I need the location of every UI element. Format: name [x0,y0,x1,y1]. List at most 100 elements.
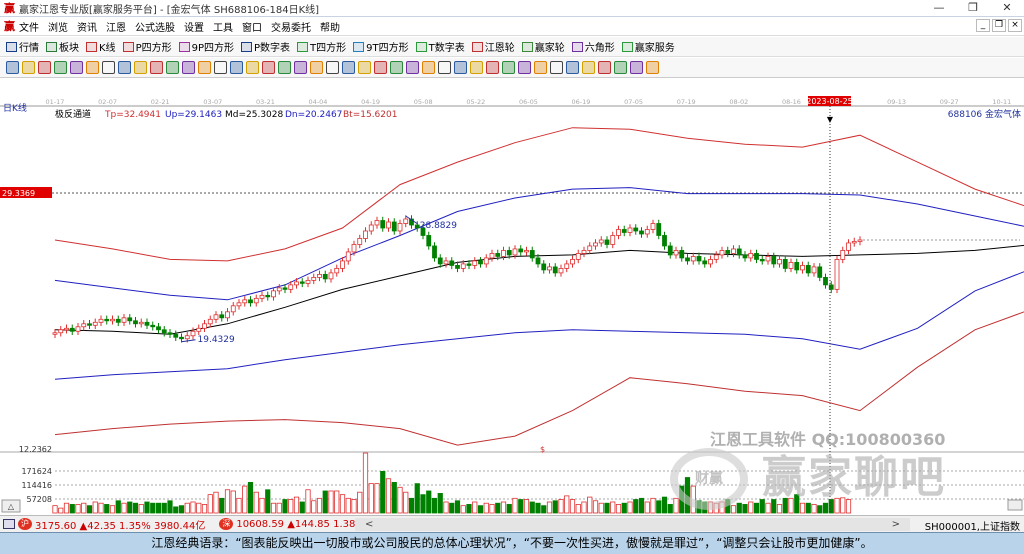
menu-7[interactable]: 窗口 [242,19,262,34]
toolbar-button-3[interactable]: P四方形 [122,39,172,54]
volume-bar [98,502,104,514]
menu-2[interactable]: 资讯 [77,19,97,34]
diamond-1-icon[interactable] [230,61,243,74]
close-button[interactable]: ✕ [990,0,1024,16]
pen-icon[interactable] [598,61,611,74]
maximize-button[interactable]: ❐ [956,0,990,16]
diamond-7-icon[interactable] [326,61,339,74]
text-icon[interactable] [406,61,419,74]
pane-resize-button[interactable] [1007,499,1023,511]
candle-body [443,260,449,265]
volume-bar [725,499,731,514]
diamond-5-icon[interactable] [294,61,307,74]
shanghai-index-quote[interactable]: 3175.60 ▲42.35 1.35% 3980.44亿 [35,517,205,532]
toolbar-button-6[interactable]: T四方形 [297,39,346,54]
volume-tick-label: 171624 [21,467,52,476]
volume-bar [472,501,478,514]
save-icon[interactable] [470,61,483,74]
infinity-icon[interactable] [646,61,659,74]
candle-body [667,245,673,256]
toolbar-button-4[interactable]: 9P四方形 [178,39,234,54]
menu-0[interactable]: 文件 [19,19,39,34]
indicator-icon[interactable] [150,61,163,74]
toolbar-button-9[interactable]: 江恩轮 [471,39,515,54]
draw-line-icon[interactable] [134,61,147,74]
next-bar-icon[interactable] [198,61,211,74]
pan-left-icon[interactable] [70,61,83,74]
mdi-restore-button[interactable]: ❐ [992,19,1006,32]
color-icon[interactable] [630,61,643,74]
minimize-button[interactable]: — [922,0,956,16]
grid-icon[interactable] [3,519,15,529]
menu-9[interactable]: 帮助 [320,19,340,34]
scroll-right-button[interactable]: > [892,518,900,531]
horizontal-scrollbar[interactable]: < > [355,518,910,531]
fan-icon[interactable] [390,61,403,74]
report-icon[interactable] [454,61,467,74]
candle-body [294,281,299,286]
scroll-left-button[interactable]: < [365,518,373,531]
candle-body [604,239,610,245]
index-selector[interactable]: SH000001,上证指数 [925,518,1020,533]
volume-bar [155,502,162,514]
volume-bar [788,497,794,514]
prev-bar-icon[interactable] [182,61,195,74]
candle-body [708,259,713,265]
menu-4[interactable]: 公式选股 [135,19,175,34]
last-bar-icon[interactable] [214,61,227,74]
diamond-6-icon[interactable] [310,61,323,74]
kline-chart[interactable]: 01-17 02-07 02-21 03-07 03-21 04-04 04-19 05-08… [0,95,1024,515]
fibonacci-icon[interactable] [518,61,531,74]
volume-bar [207,494,213,514]
toolbar-button-1[interactable]: 板块 [46,39,79,54]
mdi-close-button[interactable]: × [1008,19,1022,32]
first-bar-icon[interactable] [166,61,179,74]
circle-tool-icon[interactable] [566,61,579,74]
toolbar-button-10[interactable]: 赢家轮 [521,39,565,54]
diamond-4-icon[interactable] [278,61,291,74]
crosshair-icon[interactable] [358,61,371,74]
toolbar-button-12[interactable]: 赢家服务 [621,39,675,54]
menu-8[interactable]: 交易委托 [271,19,311,34]
candle-body [230,305,236,313]
line-tool-icon[interactable] [550,61,563,74]
mdi-minimize-button[interactable]: _ [976,19,990,32]
trade-icon[interactable] [502,61,515,74]
cursor-icon[interactable] [6,61,19,74]
date-tick-label: 06-19 [572,98,591,106]
toolbar-button-8[interactable]: T数字表 [415,39,465,54]
diamond-3-icon[interactable] [262,61,275,74]
arc-tool-icon[interactable] [582,61,595,74]
candle-body [719,250,725,256]
arrow-up-icon[interactable] [102,61,115,74]
zoom-in-icon[interactable] [22,61,35,74]
volume-bar [270,502,277,514]
toolbar-button-2[interactable]: K线 [86,39,116,54]
menu-6[interactable]: 工具 [213,19,233,34]
pan-right-icon[interactable] [86,61,99,74]
diamond-2-icon[interactable] [246,61,259,74]
candle-body [535,257,541,265]
menu-3[interactable]: 江恩 [106,19,126,34]
toolbar-button-7[interactable]: 9T四方形 [353,39,409,54]
menu-1[interactable]: 浏览 [48,19,68,34]
ratio-icon[interactable] [534,61,547,74]
toolbar-button-5[interactable]: P数字表 [241,39,290,54]
menu-5[interactable]: 设置 [184,19,204,34]
arrow-down-icon[interactable] [118,61,131,74]
candle-body [478,260,483,265]
calendar-icon[interactable] [422,61,435,74]
network-icon[interactable] [486,61,499,74]
candle-body [662,235,667,247]
calculator-icon[interactable] [438,61,451,74]
toolbar-button-11[interactable]: 六角形 [571,39,615,54]
eraser-icon[interactable] [614,61,627,74]
angle-icon[interactable] [374,61,387,74]
hand-icon[interactable] [342,61,355,74]
period-icon[interactable] [54,61,67,74]
toolbar-label: 9P四方形 [191,43,234,54]
volume-bar [592,500,599,514]
zoom-out-icon[interactable] [38,61,51,74]
toolbar-label: T四方形 [310,43,347,54]
toolbar-button-0[interactable]: 行情 [6,39,39,54]
